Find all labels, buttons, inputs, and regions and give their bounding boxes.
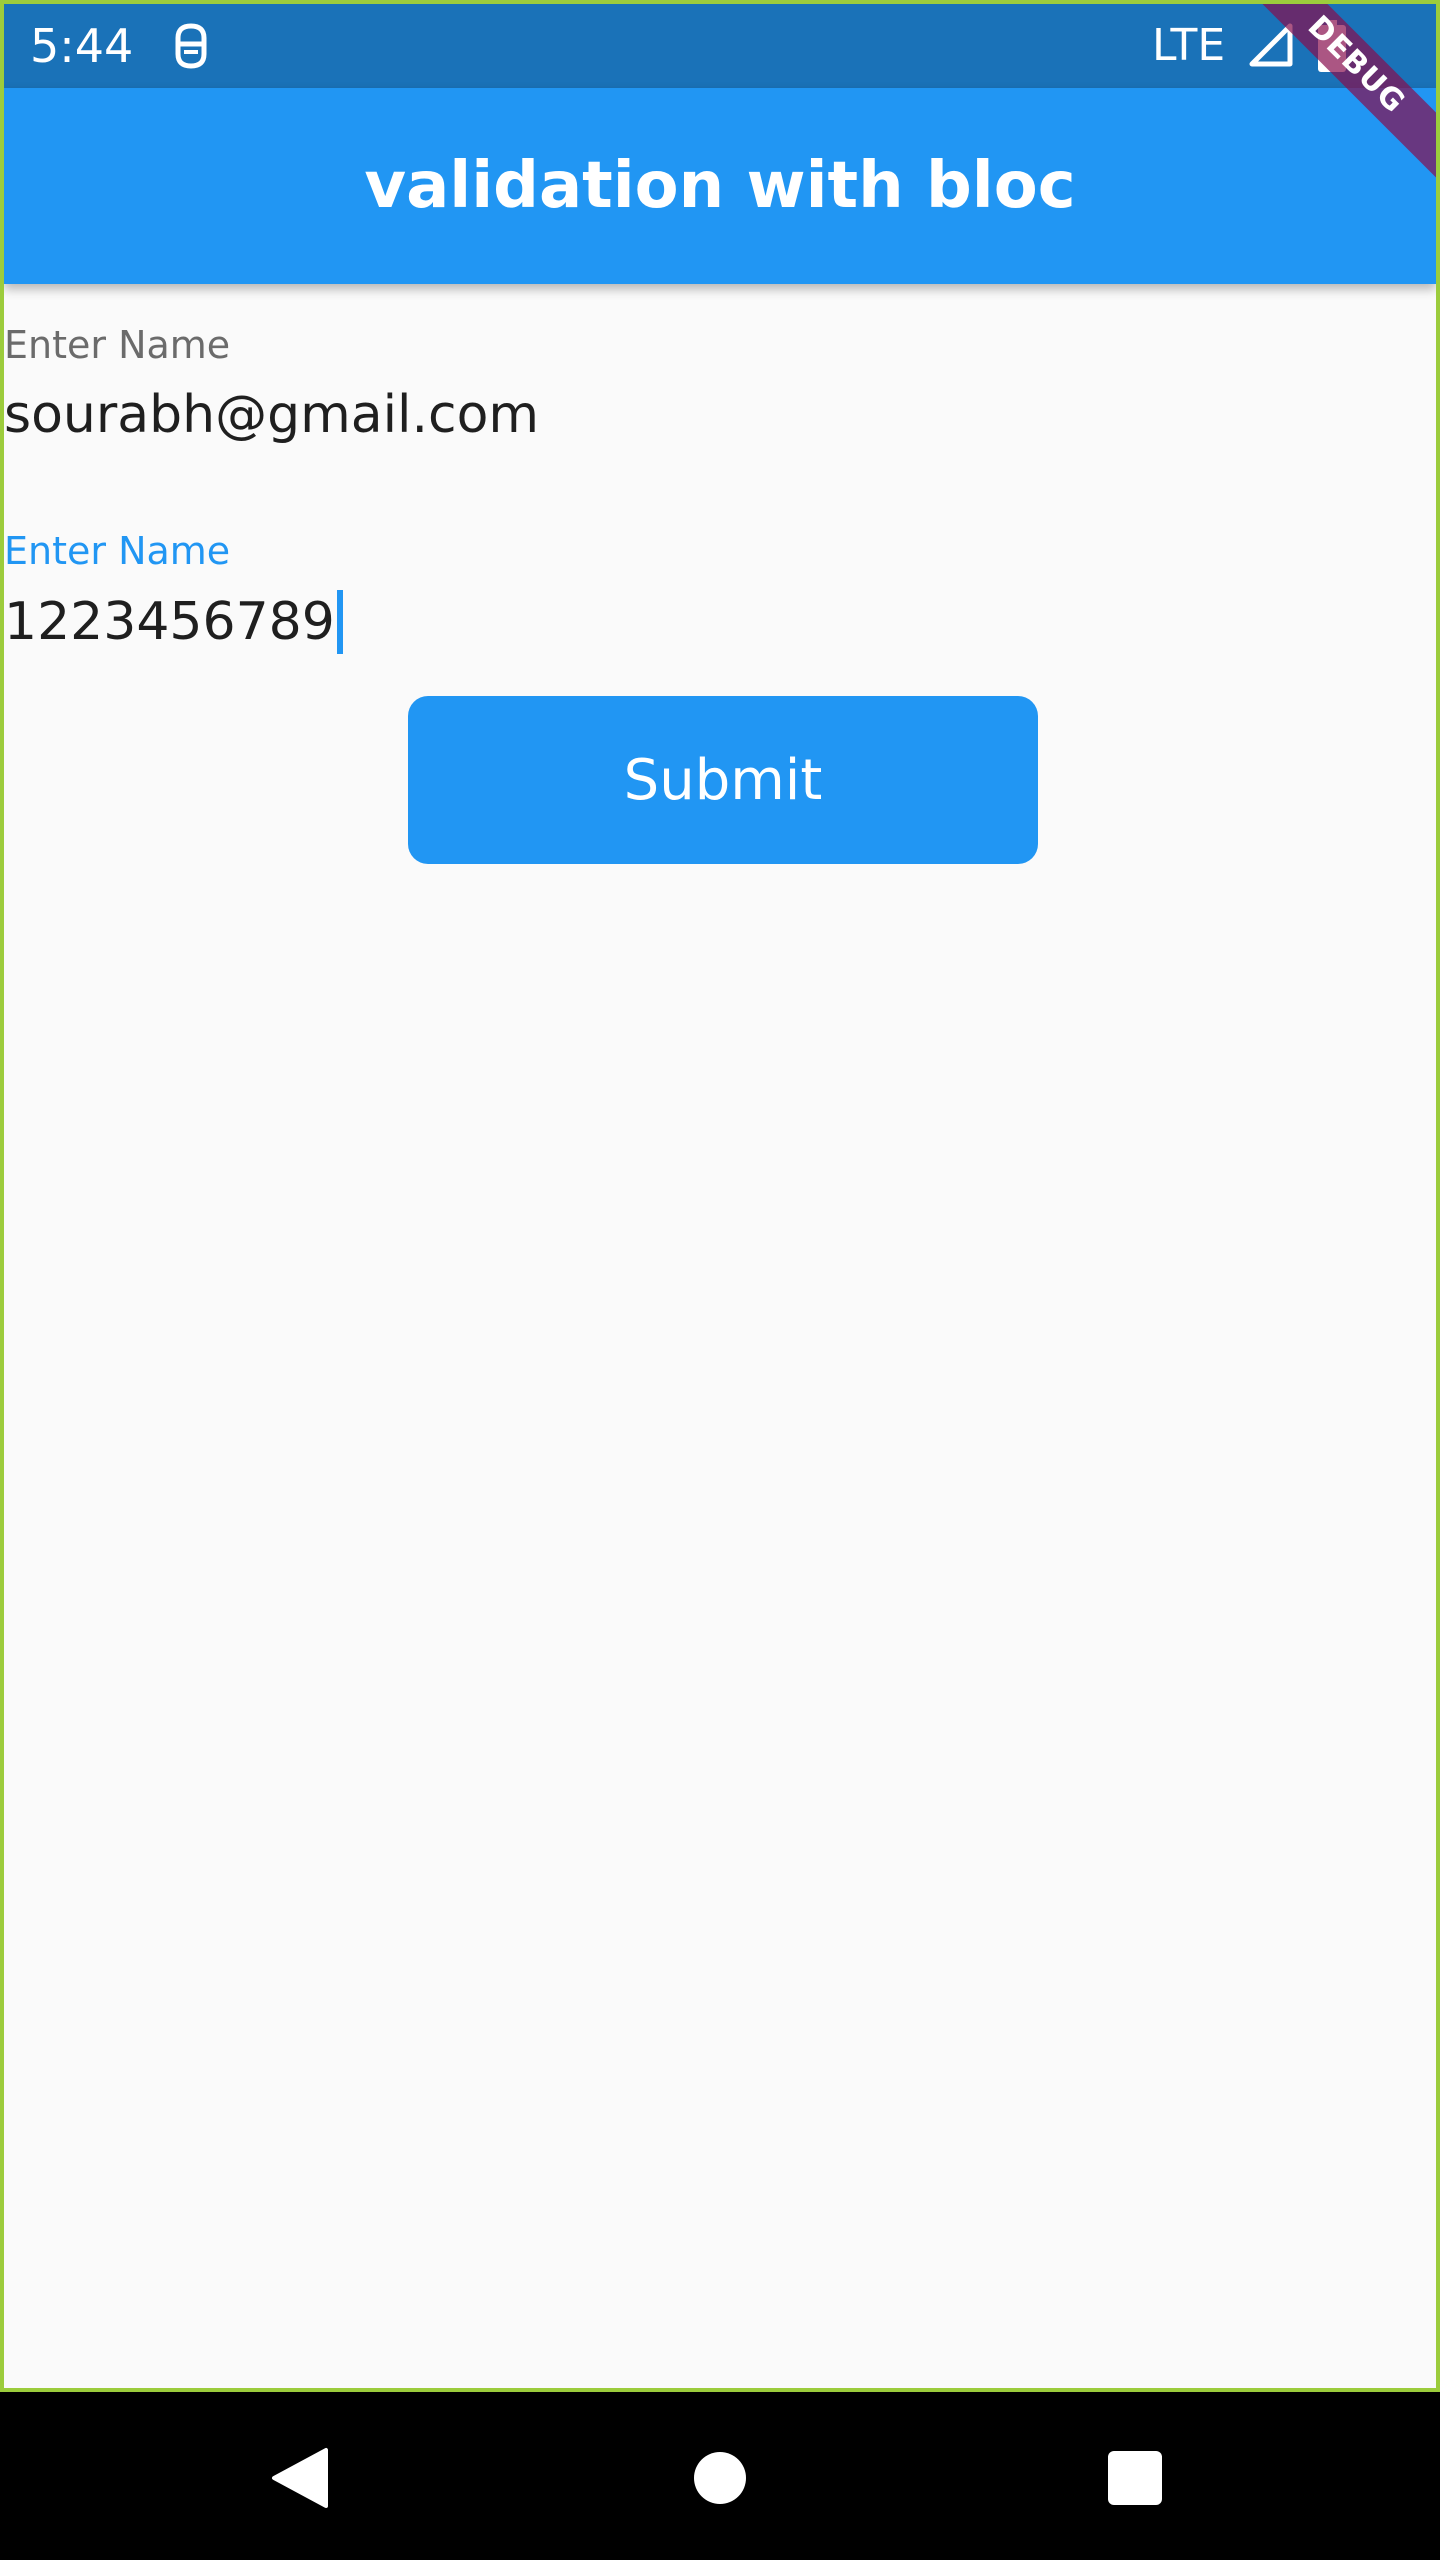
email-field-input[interactable]: sourabh@gmail.com: [4, 384, 1436, 446]
status-bar: 5:44 LTE: [4, 4, 1436, 88]
status-time: 5:44: [30, 19, 134, 73]
signal-icon: [1249, 23, 1293, 67]
email-field[interactable]: Enter Name sourabh@gmail.com: [4, 322, 1436, 446]
network-type: LTE: [1152, 20, 1226, 71]
phone-field-input[interactable]: 1223456789: [4, 590, 1436, 654]
email-field-value: sourabh@gmail.com: [4, 385, 540, 445]
app-bar: validation with bloc: [4, 88, 1436, 284]
home-icon[interactable]: [694, 2452, 746, 2504]
back-icon[interactable]: [270, 2446, 330, 2510]
submit-button[interactable]: Submit: [408, 696, 1038, 864]
battery-icon: [1318, 20, 1346, 72]
text-cursor: [336, 590, 343, 654]
android-debug-icon: [175, 23, 207, 69]
email-field-label: Enter Name: [4, 323, 231, 367]
app-title: validation with bloc: [364, 149, 1076, 223]
phone-field[interactable]: Enter Name 1223456789: [4, 528, 1436, 654]
app-screen: 5:44 LTE validation with bloc DEBUG Ente…: [0, 0, 1440, 2392]
navigation-bar: [0, 2392, 1440, 2560]
recents-icon[interactable]: [1108, 2451, 1162, 2505]
phone-field-value: 1223456789: [4, 592, 335, 652]
phone-field-label: Enter Name: [4, 529, 231, 573]
